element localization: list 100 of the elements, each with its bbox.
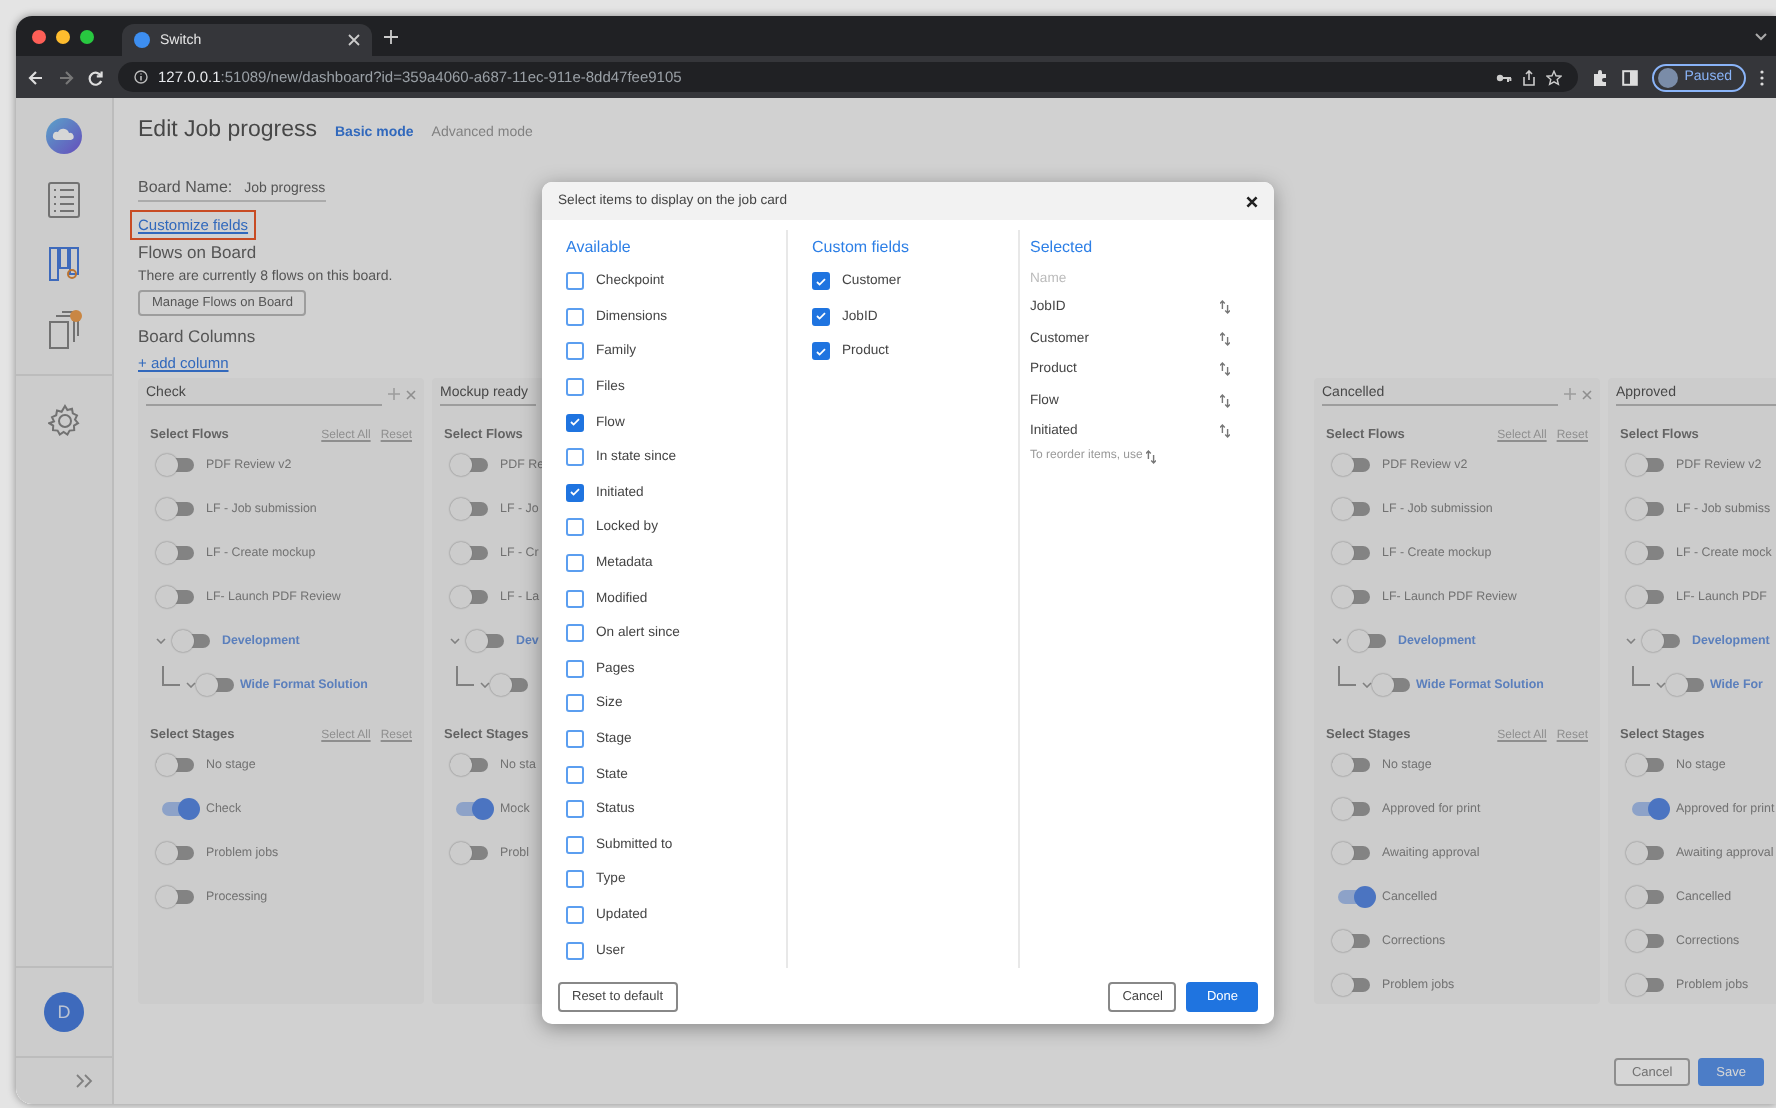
toggle-switch[interactable] bbox=[472, 633, 504, 647]
checkbox[interactable] bbox=[566, 378, 584, 397]
sort-icon[interactable] bbox=[1220, 300, 1230, 315]
toggle-switch[interactable] bbox=[1632, 589, 1664, 603]
checkbox[interactable] bbox=[566, 765, 584, 784]
move-icon[interactable] bbox=[388, 388, 400, 400]
star-icon[interactable] bbox=[1546, 69, 1563, 85]
toggle-switch[interactable] bbox=[456, 457, 488, 471]
toggle-switch[interactable] bbox=[202, 677, 234, 691]
toggle-switch[interactable] bbox=[1338, 933, 1370, 947]
toggle-switch[interactable] bbox=[1378, 677, 1410, 691]
checkbox[interactable] bbox=[566, 835, 584, 854]
toggle-switch[interactable] bbox=[162, 589, 194, 603]
sort-icon[interactable] bbox=[1220, 424, 1230, 439]
close-icon[interactable] bbox=[1246, 195, 1258, 207]
toggle-switch[interactable] bbox=[456, 845, 488, 859]
toggle-switch[interactable] bbox=[1338, 757, 1370, 771]
checkbox[interactable] bbox=[566, 800, 584, 819]
toggle-switch[interactable] bbox=[496, 677, 528, 691]
toggle-switch[interactable] bbox=[456, 589, 488, 603]
toggle-switch[interactable] bbox=[456, 545, 488, 559]
info-icon[interactable] bbox=[134, 70, 148, 84]
app-logo-icon[interactable] bbox=[46, 118, 82, 154]
checkbox[interactable] bbox=[566, 272, 584, 291]
toggle-switch[interactable] bbox=[456, 501, 488, 515]
checkbox[interactable] bbox=[566, 448, 584, 467]
sort-icon[interactable] bbox=[1146, 449, 1157, 463]
toggle-switch[interactable] bbox=[1338, 545, 1370, 559]
checkbox[interactable] bbox=[566, 941, 584, 960]
checkbox[interactable] bbox=[812, 342, 830, 361]
sort-icon[interactable] bbox=[1220, 393, 1230, 408]
page-title: Edit Job progress bbox=[138, 118, 317, 142]
toggle-switch[interactable] bbox=[1338, 457, 1370, 471]
settings-icon[interactable] bbox=[47, 404, 81, 438]
toggle-switch[interactable] bbox=[162, 757, 194, 771]
toggle-switch[interactable] bbox=[1632, 457, 1664, 471]
toggle-switch[interactable] bbox=[162, 889, 194, 903]
user-avatar[interactable]: D bbox=[44, 992, 84, 1032]
checkbox[interactable] bbox=[566, 730, 584, 749]
toggle-switch[interactable] bbox=[1338, 889, 1370, 903]
toggle-switch[interactable] bbox=[1632, 845, 1664, 859]
key-icon[interactable] bbox=[1496, 71, 1513, 83]
share-icon[interactable] bbox=[1522, 69, 1537, 85]
toggle-switch[interactable] bbox=[456, 801, 488, 815]
side-panel-icon[interactable] bbox=[1622, 69, 1639, 85]
toggle-switch[interactable] bbox=[1632, 501, 1664, 515]
column-heading: Available bbox=[566, 236, 633, 260]
documents-icon[interactable] bbox=[44, 310, 84, 350]
checkbox[interactable] bbox=[812, 272, 830, 291]
checkbox[interactable] bbox=[566, 413, 584, 432]
checkbox[interactable] bbox=[566, 342, 584, 361]
close-window-icon[interactable] bbox=[32, 29, 46, 43]
toggle-switch[interactable] bbox=[162, 845, 194, 859]
checkbox[interactable] bbox=[566, 694, 584, 713]
checkbox[interactable] bbox=[566, 624, 584, 643]
list-icon[interactable] bbox=[48, 182, 80, 218]
toggle-switch[interactable] bbox=[1338, 977, 1370, 991]
checkbox[interactable] bbox=[566, 518, 584, 537]
sort-icon[interactable] bbox=[1220, 362, 1230, 377]
toggle-switch[interactable] bbox=[162, 457, 194, 471]
expand-sidebar-icon[interactable] bbox=[75, 1074, 93, 1088]
checkbox[interactable] bbox=[566, 659, 584, 678]
maximize-window-icon[interactable] bbox=[80, 29, 94, 43]
toggle-switch[interactable] bbox=[1338, 801, 1370, 815]
sort-icon[interactable] bbox=[1220, 331, 1230, 346]
checkbox[interactable] bbox=[566, 483, 584, 502]
toggle-switch[interactable] bbox=[1338, 845, 1370, 859]
toggle-switch[interactable] bbox=[162, 545, 194, 559]
back-icon[interactable] bbox=[28, 69, 44, 85]
toggle-switch[interactable] bbox=[1632, 757, 1664, 771]
toggle-switch[interactable] bbox=[1632, 545, 1664, 559]
move-icon[interactable] bbox=[1564, 388, 1576, 400]
toggle-switch[interactable] bbox=[1632, 933, 1664, 947]
toggle-switch[interactable] bbox=[1632, 889, 1664, 903]
toggle-switch[interactable] bbox=[1672, 677, 1704, 691]
minimize-window-icon[interactable] bbox=[56, 29, 70, 43]
toggle-switch[interactable] bbox=[1632, 977, 1664, 991]
app-logo-icon bbox=[134, 32, 150, 48]
board-icon[interactable] bbox=[48, 246, 80, 282]
new-tab-icon[interactable] bbox=[384, 29, 398, 43]
checkbox[interactable] bbox=[566, 307, 584, 326]
checkbox[interactable] bbox=[566, 554, 584, 573]
chevron-down-icon[interactable] bbox=[1754, 31, 1768, 41]
reload-icon[interactable] bbox=[88, 69, 104, 85]
checkbox[interactable] bbox=[566, 905, 584, 924]
checkbox[interactable] bbox=[566, 870, 584, 889]
close-tab-icon[interactable] bbox=[348, 34, 360, 46]
checkbox[interactable] bbox=[812, 307, 830, 326]
toggle-switch[interactable] bbox=[1338, 589, 1370, 603]
toggle-switch[interactable] bbox=[162, 501, 194, 515]
checkbox[interactable] bbox=[566, 589, 584, 608]
toggle-switch[interactable] bbox=[1648, 633, 1680, 647]
toggle-switch[interactable] bbox=[1632, 801, 1664, 815]
toggle-switch[interactable] bbox=[1354, 633, 1386, 647]
toggle-switch[interactable] bbox=[1338, 501, 1370, 515]
toggle-switch[interactable] bbox=[456, 757, 488, 771]
toggle-switch[interactable] bbox=[178, 633, 210, 647]
puzzle-icon[interactable] bbox=[1592, 69, 1609, 85]
toggle-switch[interactable] bbox=[162, 801, 194, 815]
forward-icon[interactable] bbox=[58, 69, 74, 85]
